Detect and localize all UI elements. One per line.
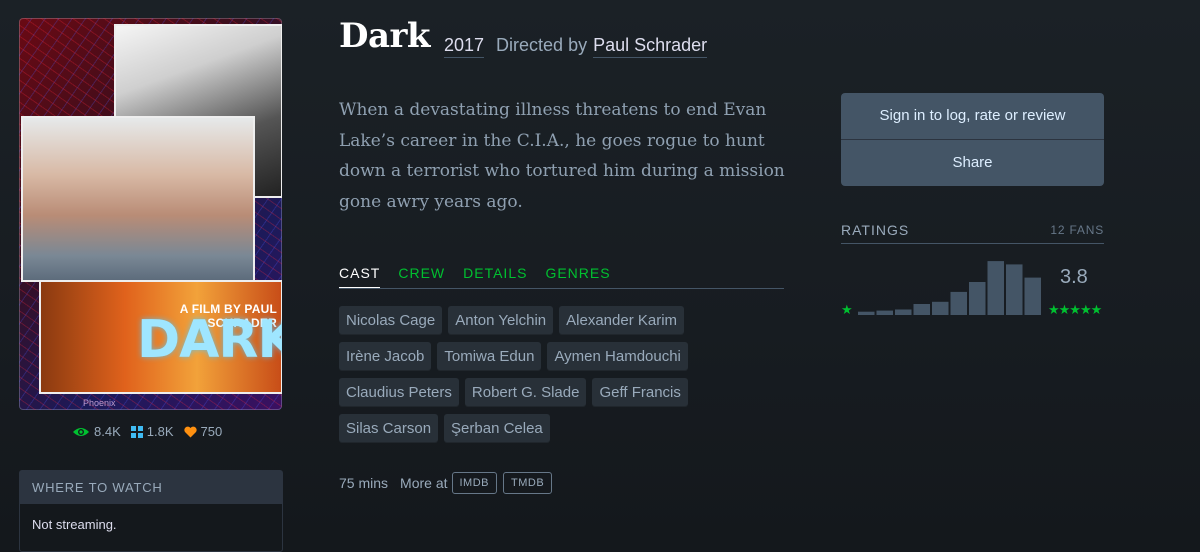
grid-icon (130, 425, 143, 438)
histogram-bar[interactable] (969, 282, 986, 315)
actions-panel: Sign in to log, rate or review Share (841, 93, 1104, 186)
imdb-button[interactable]: IMDB (451, 472, 497, 494)
cast-member[interactable]: Nicolas Cage (339, 306, 443, 335)
poster-map-label: Phoenix (83, 398, 116, 408)
cast-member[interactable]: Silas Carson (339, 414, 439, 443)
share-button[interactable]: Share (841, 139, 1104, 186)
film-meta: 2017 Directed by Paul Schrader (444, 35, 708, 58)
film-title: Dark (339, 16, 431, 56)
histogram-bar[interactable] (876, 310, 894, 315)
poster-stats: 8.4K 1.8K 750 (72, 424, 222, 439)
details-tabs: CAST CREW DETAILS GENRES (339, 265, 784, 289)
ratings-header: RATINGS 12 FANS (841, 222, 1104, 244)
lists-stat[interactable]: 1.8K (130, 424, 174, 439)
watched-count: 8.4K (94, 424, 121, 439)
cast-member[interactable]: Tomiwa Edun (437, 342, 542, 371)
histogram-bar[interactable] (895, 309, 912, 316)
where-to-watch-header: WHERE TO WATCH (20, 471, 282, 504)
runtime-row: 75 mins More at IMDB TMDB (339, 472, 553, 494)
cast-list: Nicolas Cage Anton Yelchin Alexander Kar… (339, 306, 719, 443)
tab-cast[interactable]: CAST (339, 265, 381, 288)
histogram-bar[interactable] (950, 291, 968, 315)
min-star-icon: ★ (841, 302, 853, 317)
histogram-bar[interactable] (1024, 277, 1042, 315)
cast-member[interactable]: Aymen Hamdouchi (547, 342, 688, 371)
sign-in-button[interactable]: Sign in to log, rate or review (841, 93, 1104, 139)
where-to-watch-panel: WHERE TO WATCH Not streaming. (19, 470, 283, 552)
director-link[interactable]: Paul Schrader (593, 35, 708, 58)
cast-member[interactable]: Claudius Peters (339, 378, 459, 407)
fans-link[interactable]: 12 FANS (1050, 223, 1104, 237)
average-rating[interactable]: 3.8 (1060, 266, 1088, 289)
tab-crew[interactable]: CREW (398, 265, 445, 288)
cast-member[interactable]: Irène Jacob (339, 342, 432, 371)
film-poster[interactable]: A FILM BY PAUL SCHRADER DARK Phoenix (19, 18, 282, 410)
likes-count: 750 (200, 424, 223, 439)
histogram-bar[interactable] (1006, 264, 1023, 315)
histogram-bar[interactable] (858, 311, 875, 315)
ratings-histogram[interactable] (858, 260, 1041, 315)
eye-icon (73, 427, 89, 436)
max-stars-icon: ★★★★★ (1048, 302, 1102, 317)
tab-genres[interactable]: GENRES (545, 265, 610, 288)
tab-details[interactable]: DETAILS (463, 265, 527, 288)
directed-by-label: Directed by (496, 35, 588, 55)
histogram-bar[interactable] (932, 301, 949, 315)
lists-count: 1.8K (146, 424, 174, 439)
heart-icon (183, 426, 197, 437)
cast-member[interactable]: Şerban Celea (444, 414, 550, 443)
streaming-status: Not streaming. (32, 517, 117, 532)
ratings-label: RATINGS (841, 222, 910, 238)
more-at-label: More at (400, 475, 448, 491)
watched-stat[interactable]: 8.4K (72, 424, 121, 439)
histogram-bar[interactable] (913, 304, 931, 315)
cast-member[interactable]: Alexander Karim (559, 306, 685, 335)
histogram-bar[interactable] (987, 261, 1005, 315)
synopsis: When a devastating illness threatens to … (339, 100, 785, 212)
likes-stat[interactable]: 750 (183, 424, 223, 439)
cast-member[interactable]: Anton Yelchin (448, 306, 554, 335)
poster-face-main (21, 116, 255, 282)
tmdb-button[interactable]: TMDB (503, 472, 553, 494)
poster-title-art: DARK (137, 310, 282, 370)
cast-member[interactable]: Robert G. Slade (464, 378, 587, 407)
cast-member[interactable]: Geff Francis (592, 378, 688, 407)
release-year-link[interactable]: 2017 (444, 35, 485, 58)
runtime: 75 mins (339, 475, 389, 491)
